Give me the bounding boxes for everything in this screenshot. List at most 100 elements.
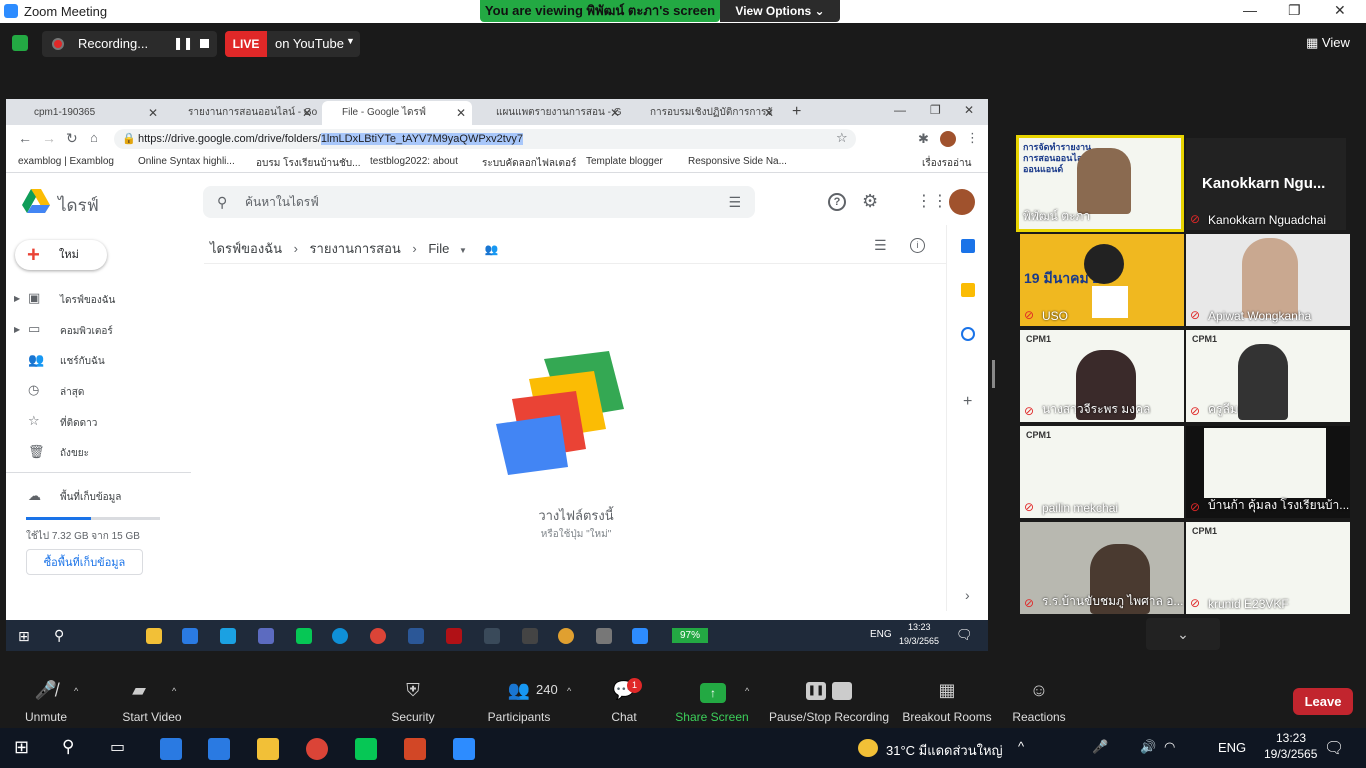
keep-icon[interactable] <box>961 283 975 297</box>
participants-button[interactable]: Participants <box>482 710 556 724</box>
volume-icon[interactable]: 🔊 <box>1140 739 1156 755</box>
restore-icon[interactable]: ❐ <box>930 103 941 117</box>
back-icon[interactable]: ← <box>18 130 32 146</box>
pause-icon[interactable]: ❚❚ <box>806 682 826 700</box>
participant-tile-active-speaker[interactable]: การจัดทำรายงานการสอนออนไลน์ ออนแอนด์ พิพ… <box>1016 135 1184 232</box>
pause-stop-recording-button[interactable]: Pause/Stop Recording <box>768 710 890 724</box>
new-button[interactable]: + ใหม่ <box>15 240 107 270</box>
share-screen-icon[interactable]: ↑ <box>700 683 726 703</box>
bookmark-item[interactable]: Responsive Side Na... <box>688 156 787 167</box>
participant-tile[interactable]: 19 มีนาคม 2 ⊘ USO <box>1020 234 1184 326</box>
tab-close-icon[interactable]: ✕ <box>148 101 158 125</box>
profile-avatar[interactable] <box>940 131 956 147</box>
chevron-down-icon[interactable]: ▼ <box>346 36 355 46</box>
minimize-icon[interactable]: — <box>1243 2 1257 18</box>
participant-tile[interactable]: Kanokkarn Ngu... ⊘ Kanokkarn Nguadchai <box>1186 138 1346 230</box>
reactions-smiley-icon[interactable]: ☺ <box>1026 680 1052 704</box>
breakout-rooms-icon[interactable]: ▦ <box>934 680 960 704</box>
reload-icon[interactable]: ↻ <box>66 130 78 147</box>
reactions-button[interactable]: Reactions <box>1010 710 1068 724</box>
storage-label[interactable]: พื้นที่เก็บข้อมูล <box>60 490 121 505</box>
splitter-handle[interactable] <box>992 360 995 388</box>
security-button[interactable]: Security <box>384 710 442 724</box>
breakout-rooms-button[interactable]: Breakout Rooms <box>902 710 992 724</box>
encryption-shield-icon[interactable] <box>12 35 28 51</box>
mic-muted-icon[interactable]: 🎤̸ <box>30 680 62 704</box>
chevron-up-icon[interactable]: ^ <box>745 686 749 696</box>
windows-start-icon[interactable]: ⊞ <box>14 737 29 758</box>
tab-slides[interactable]: แผนแพตรายงานการสอน - G ✕ <box>476 101 626 125</box>
store-icon[interactable] <box>160 738 182 760</box>
view-options-button[interactable]: View Options ⌄ <box>720 0 840 22</box>
buy-storage-button[interactable]: ซื้อพื้นที่เก็บข้อมูล <box>26 549 143 575</box>
line-icon[interactable] <box>355 738 377 760</box>
sidebar-item-recent[interactable]: ล่าสุด <box>60 385 84 400</box>
leave-button[interactable]: Leave <box>1293 688 1353 715</box>
home-icon[interactable]: ⌂ <box>90 130 98 145</box>
sidebar-item-shared[interactable]: แชร์กับฉัน <box>60 354 105 369</box>
bookmark-item[interactable]: ระบบคัดลอกไฟลเตอร์ <box>482 156 576 171</box>
zoom-icon[interactable] <box>453 738 475 760</box>
apps-grid-icon[interactable]: ⋮⋮ <box>916 191 948 211</box>
security-shield-icon[interactable]: ⛨ <box>400 680 426 704</box>
sidebar-item-computers[interactable]: คอมพิวเตอร์ <box>60 324 113 339</box>
language-indicator[interactable]: ENG <box>1218 740 1246 755</box>
tab-close-icon[interactable]: ✕ <box>764 101 774 125</box>
breadcrumb-my-drive[interactable]: ไดรฟ์ของฉัน <box>210 241 282 256</box>
bookmark-item[interactable]: Template blogger <box>586 156 663 167</box>
breadcrumb-file[interactable]: File <box>428 241 449 256</box>
task-view-icon[interactable]: ▭ <box>110 737 125 757</box>
account-avatar[interactable] <box>949 189 975 215</box>
calendar-icon[interactable] <box>961 239 975 253</box>
participant-tile[interactable]: ⊘ ร.ร.บ้านขับชมภู ไพศาล อ... <box>1020 522 1184 614</box>
forward-icon[interactable]: → <box>42 130 56 146</box>
start-video-button[interactable]: Start Video <box>104 710 200 724</box>
expand-arrow-icon[interactable]: ▶ <box>14 325 20 334</box>
menu-dots-icon[interactable]: ⋮ <box>966 130 979 146</box>
unmute-button[interactable]: Unmute <box>18 710 74 724</box>
close-icon[interactable]: ✕ <box>964 103 974 117</box>
chrome-icon[interactable] <box>306 738 328 760</box>
weather-text[interactable]: 31°C มีแดดส่วนใหญ่ <box>886 740 1003 761</box>
tasks-icon[interactable] <box>961 327 975 341</box>
new-tab-icon[interactable]: + <box>792 103 801 121</box>
tab-training[interactable]: การอบรมเชิงปฏิบัติการการจั ✕ <box>630 101 780 125</box>
tab-google-drive[interactable]: File - Google ไดรฟ์ ✕ <box>322 101 472 125</box>
reading-list[interactable]: เรื่องรออ่าน <box>922 156 972 171</box>
participant-tile[interactable]: ⊘ Apiwat Wongkanha <box>1186 234 1350 326</box>
drive-search-input[interactable]: ⚲ ค้นหาในไดรฟ์ ☰ <box>203 186 755 218</box>
expand-arrow-icon[interactable]: ▶ <box>14 294 20 303</box>
tab-cpm1[interactable]: cpm1-190365 ✕ <box>14 101 164 125</box>
pause-recording-icon[interactable]: ❚❚ <box>173 36 193 50</box>
chevron-up-icon[interactable]: ^ <box>567 686 571 696</box>
share-screen-button[interactable]: Share Screen <box>674 710 750 724</box>
filter-options-icon[interactable]: ☰ <box>728 186 741 218</box>
participants-icon[interactable]: 👥 <box>504 680 534 704</box>
mail-icon[interactable] <box>208 738 230 760</box>
chevron-right-icon[interactable]: › <box>965 587 970 603</box>
minimize-icon[interactable]: — <box>894 103 906 117</box>
bookmark-item[interactable]: testblog2022: about <box>370 156 458 167</box>
participant-tile[interactable]: ⊘ บ้านก้า คุ้มลง โรงเรียนบ้า... <box>1186 426 1350 518</box>
sidebar-item-my-drive[interactable]: ไดรฟ์ของฉัน <box>60 293 115 308</box>
chevron-up-icon[interactable]: ^ <box>1018 739 1024 754</box>
file-explorer-icon[interactable] <box>257 738 279 760</box>
info-icon[interactable]: i <box>910 238 925 253</box>
tab-close-icon[interactable]: ✕ <box>610 101 620 125</box>
tab-close-icon[interactable]: ✕ <box>302 101 312 125</box>
bookmark-item[interactable]: อบรม โรงเรียนบ้านชับ... <box>256 156 360 171</box>
participant-tile[interactable]: CPM1 ⊘ krunid E23VKF <box>1186 522 1350 614</box>
extensions-icon[interactable]: ✱ <box>918 131 932 146</box>
stop-icon[interactable] <box>832 682 852 700</box>
bookmark-item[interactable]: examblog | Examblog <box>18 156 114 167</box>
chat-button[interactable]: Chat <box>604 710 644 724</box>
address-bar[interactable]: 🔒 https://drive.google.com/drive/folders/… <box>114 129 856 149</box>
sidebar-item-starred[interactable]: ที่ติดดาว <box>60 416 97 431</box>
stop-recording-icon[interactable] <box>200 39 209 48</box>
participant-tile[interactable]: CPM1 ⊘ pailin mekchai <box>1020 426 1184 518</box>
star-icon[interactable]: ☆ <box>836 130 848 146</box>
participant-tile[interactable]: CPM1 ⊘ นางสาวจีระพร มงคล <box>1020 330 1184 422</box>
mic-icon[interactable]: 🎤 <box>1092 739 1108 755</box>
close-icon[interactable]: ✕ <box>1334 2 1346 19</box>
bookmark-item[interactable]: Online Syntax highli... <box>138 156 235 167</box>
